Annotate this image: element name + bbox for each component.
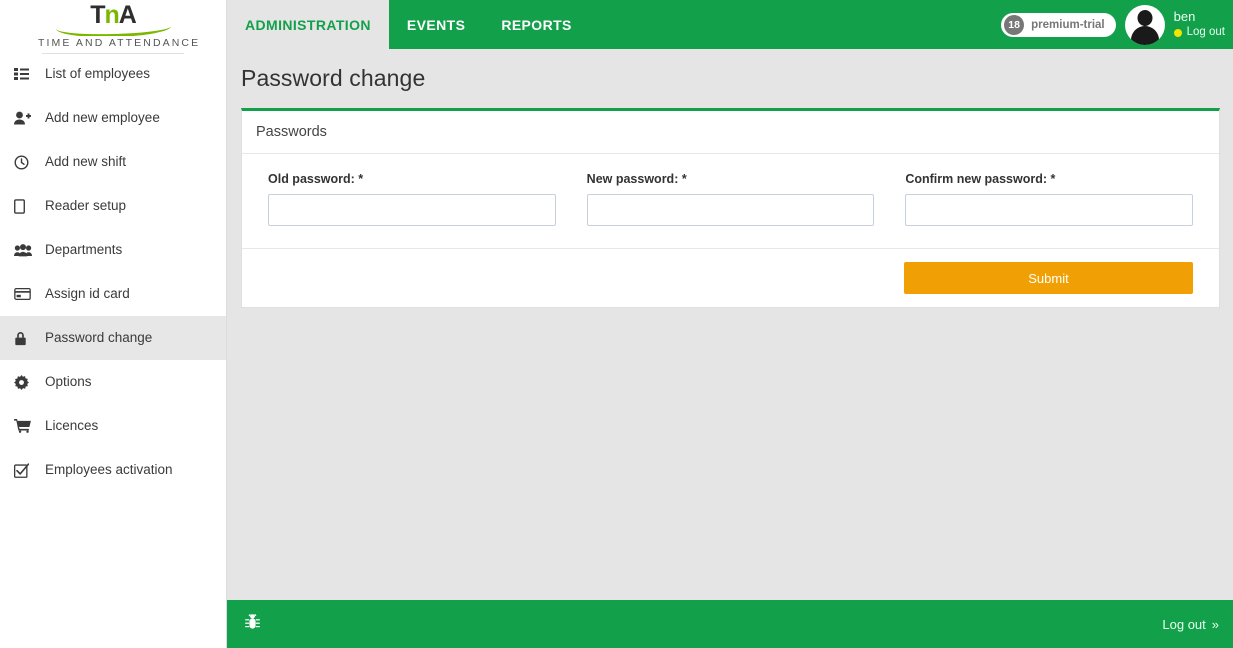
old-password-field-group: Old password: * (268, 172, 556, 226)
page-footer: Log out » (227, 600, 1233, 648)
new-password-field-group: New password: * (586, 172, 875, 226)
logo-mark-pre: T (90, 1, 105, 29)
sidebar-item-label: Departments (45, 242, 123, 258)
sidebar-item-add-new-employee[interactable]: Add new employee (0, 96, 226, 140)
logo-swoosh-icon (56, 27, 171, 36)
sidebar-item-label: Reader setup (45, 198, 127, 214)
new-password-input[interactable] (586, 194, 875, 226)
confirm-password-input[interactable] (905, 194, 1194, 226)
sidebar-item-label: Add new employee (45, 110, 160, 126)
submit-button[interactable]: Submit (904, 262, 1193, 294)
brand-logo[interactable]: TnA TIME AND ATTENDANCE (0, 0, 226, 54)
tna-logo-icon: TnA (90, 1, 137, 29)
app-root: TnA TIME AND ATTENDANCE List of employee… (0, 0, 1233, 648)
confirm-password-label: Confirm new password: * (905, 172, 1056, 186)
user-name: ben (1173, 9, 1196, 25)
panel-body: Old password: * New password: * Confirm … (242, 154, 1219, 248)
tab-label: EVENTS (406, 16, 466, 33)
plan-label: premium-trial (1031, 18, 1105, 31)
bug-icon[interactable] (245, 613, 260, 635)
passwords-panel: Passwords Old password: * New password: … (241, 108, 1220, 308)
sidebar-item-add-new-shift[interactable]: Add new shift (0, 140, 226, 184)
sidebar-item-reader-setup[interactable]: Reader setup (0, 184, 226, 228)
footer-logout-label: Log out (1162, 616, 1206, 632)
sidebar-item-label: Add new shift (45, 154, 127, 170)
clock-icon (14, 154, 36, 170)
tab-administration[interactable]: ADMINISTRATION (227, 0, 389, 49)
brand-subtitle: TIME AND ATTENDANCE (38, 37, 201, 49)
plan-days-count: 18 (1004, 14, 1025, 35)
chevron-right-icon: » (1211, 616, 1219, 632)
sidebar-item-label: Assign id card (45, 286, 130, 302)
logo-mark-post: A (118, 1, 137, 29)
user-logout-link[interactable]: Log out (1173, 25, 1225, 39)
credit-card-icon (14, 286, 36, 302)
status-dot-icon (1173, 28, 1182, 37)
tab-events[interactable]: EVENTS (389, 0, 483, 49)
footer-logout-link[interactable]: Log out » (1162, 617, 1219, 632)
panel-heading: Passwords (242, 111, 1219, 154)
avatar-body (1130, 25, 1159, 45)
sidebar-item-employees-activation[interactable]: Employees activation (0, 448, 226, 492)
logo-mark-n: n (104, 1, 119, 29)
tab-label: ADMINISTRATION (245, 16, 371, 33)
sidebar-item-departments[interactable]: Departments (0, 228, 226, 272)
confirm-password-field-group: Confirm new password: * (905, 172, 1194, 226)
tab-label: REPORTS (501, 16, 572, 33)
new-password-label: New password: * (586, 172, 687, 186)
topbar-right-group: 18 premium-trial ben Log out (1001, 0, 1233, 49)
sidebar-item-label: List of employees (45, 66, 151, 82)
sidebar-item-assign-id-card[interactable]: Assign id card (0, 272, 226, 316)
plan-badge[interactable]: 18 premium-trial (1001, 12, 1116, 37)
check-square-icon (14, 462, 36, 478)
sidebar-item-options[interactable]: Options (0, 360, 226, 404)
sidebar-nav: List of employees Add new employee Add n… (0, 52, 226, 492)
sidebar-item-password-change[interactable]: Password change (0, 316, 226, 360)
main-area: ADMINISTRATION EVENTS REPORTS 18 premium… (227, 0, 1233, 648)
list-icon (14, 66, 36, 82)
sidebar-item-label: Password change (45, 330, 153, 346)
sidebar-item-label: Options (45, 374, 92, 390)
user-plus-icon (14, 110, 36, 126)
tablet-icon (14, 198, 36, 214)
page-title: Password change (241, 65, 426, 91)
password-form-row: Old password: * New password: * Confirm … (268, 172, 1194, 226)
sidebar: TnA TIME AND ATTENDANCE List of employee… (0, 0, 227, 648)
user-logout-label: Log out (1186, 26, 1225, 39)
user-menu: ben Log out (1173, 9, 1225, 40)
top-navbar: ADMINISTRATION EVENTS REPORTS 18 premium… (227, 0, 1233, 49)
panel-footer: Submit (242, 248, 1219, 307)
sidebar-item-list-of-employees[interactable]: List of employees (0, 52, 226, 96)
tab-reports[interactable]: REPORTS (483, 0, 589, 49)
sidebar-item-label: Licences (45, 418, 99, 434)
sidebar-item-label: Employees activation (45, 462, 173, 478)
old-password-label: Old password: * (268, 172, 364, 186)
logo-divider (42, 53, 184, 54)
avatar-head (1137, 9, 1153, 26)
old-password-input[interactable] (268, 194, 556, 226)
users-icon (14, 242, 36, 258)
avatar-icon[interactable] (1124, 4, 1165, 45)
sidebar-item-licences[interactable]: Licences (0, 404, 226, 448)
cart-icon (14, 418, 36, 434)
gear-icon (14, 374, 36, 390)
lock-icon (14, 330, 36, 346)
